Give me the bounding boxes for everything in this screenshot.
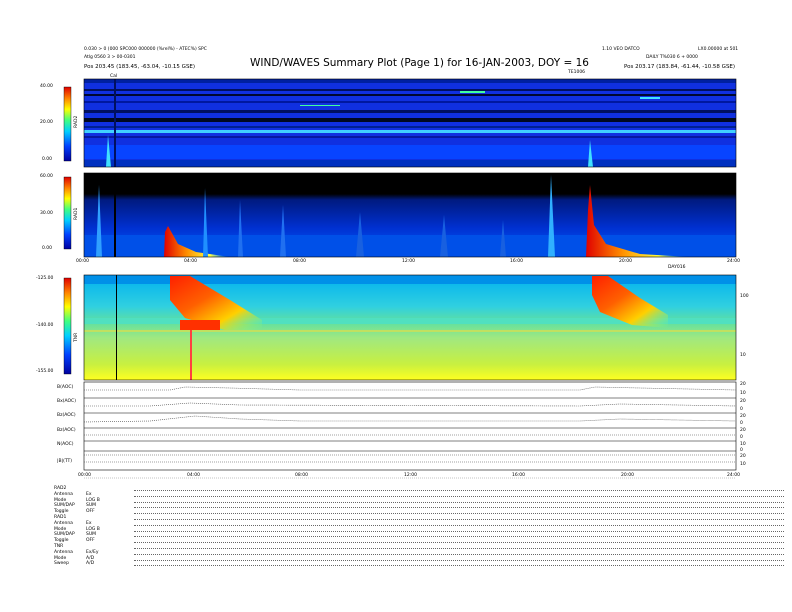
tnr-ytick-0: -125.00 [36,276,54,281]
status-label: RAD1 [54,515,67,520]
status-value: Ex [86,491,92,497]
tnr-ylabel: TNR [74,332,79,342]
tnr-colorbar [63,277,72,375]
status-label: Antenna [54,491,73,497]
status-label: Toggle [54,538,69,544]
rad1-ytick-2: 0.00 [42,246,53,251]
rad1-xtick-6: 24:00 [727,259,740,264]
mag-row-label-1: Bx(AOC) [57,399,76,404]
tnr-ytick-1: -140.00 [36,323,54,328]
mag-right-5a: 20 [740,454,746,459]
mag-xtick-2: 08:00 [295,473,308,478]
rad2-ytick-0: 40.00 [40,84,53,89]
rad1-panel [83,172,737,258]
mag-xtick-5: 20:00 [621,473,634,478]
status-label: Toggle [54,509,69,515]
tnr-panel [83,274,737,381]
mag-right-0a: 20 [740,382,746,387]
rad1-xtick-3: 12:00 [402,259,415,264]
mag-right-2b: 0 [740,421,743,426]
status-value: SUM [86,503,97,509]
rad2-ytick-1: 20.00 [40,120,53,125]
status-dots [134,565,784,567]
mag-right-4b: 0 [740,448,743,453]
rad2-colorbar [63,86,72,162]
tnr-ytick-2: -155.00 [36,369,54,374]
rad1-xtick-1: 04:00 [184,259,197,264]
mag-row-label-2: Bz(AOC) [57,413,76,418]
status-label: TNR [54,544,64,549]
rad2-ylabel: RAD2 [74,115,79,128]
rad2-panel [83,78,737,168]
mag-right-0b: 10 [740,391,746,396]
rad1-xtick-4: 16:00 [510,259,523,264]
rad1-colorbar [63,176,72,250]
mag-xtick-1: 04:00 [187,473,200,478]
rad2-ytick-2: 0.00 [42,157,53,162]
status-label: Antenna [54,549,73,555]
mag-row-label-0: B(AOC) [57,385,74,390]
mag-row-label-3: Bz(AOC) [57,428,76,433]
mag-row-label-4: N(AOC) [57,442,74,447]
rad1-x-corner-label: DAY016 [668,265,686,270]
rad1-ytick-0: 60.00 [40,174,53,179]
mag-right-2a: 20 [740,414,746,419]
status-label: SUM/DAP [54,532,75,538]
mag-row-label-5: |B|(TT) [57,459,73,464]
status-value: LOG B [86,526,100,532]
status-value: OFF [86,538,95,544]
mag-xtick-6: 24:00 [727,473,740,478]
status-value: OFF [86,509,95,515]
rad1-xtick-2: 08:00 [293,259,306,264]
status-label: RAD2 [54,486,67,491]
tnr-right-tick-1: 10 [740,353,746,358]
status-label: Mode [54,497,67,503]
mag-right-1b: 0 [740,407,743,412]
rad1-ylabel: RAD1 [74,207,79,220]
status-value: Ex/Ey [86,549,99,555]
tnr-right-tick-0: 100 [740,294,749,299]
status-value: Ex [86,520,92,526]
status-label: SUM/DAP [54,503,75,509]
status-value: A/D [86,561,95,567]
rad1-xtick-0: 00:00 [76,259,89,264]
status-label: Sweep [54,561,69,567]
mag-right-1a: 20 [740,399,746,404]
mag-right-4a: 10 [740,442,746,447]
mag-right-3a: 20 [740,428,746,433]
status-label: Mode [54,526,67,532]
status-value: A/D [86,555,95,561]
status-label: Mode [54,555,67,561]
mag-panel [83,381,737,471]
status-row: Sweep A/D [54,561,784,567]
mag-xtick-4: 16:00 [512,473,525,478]
mag-xtick-0: 00:00 [78,473,91,478]
status-value: SUM [86,532,97,538]
status-label: Antenna [54,520,73,526]
mag-right-5b: 10 [740,462,746,467]
mag-right-3b: 0 [740,435,743,440]
rad1-xtick-5: 20:00 [619,259,632,264]
status-value: LOG B [86,497,100,503]
mag-xtick-3: 12:00 [404,473,417,478]
rad1-ytick-1: 30.00 [40,211,53,216]
